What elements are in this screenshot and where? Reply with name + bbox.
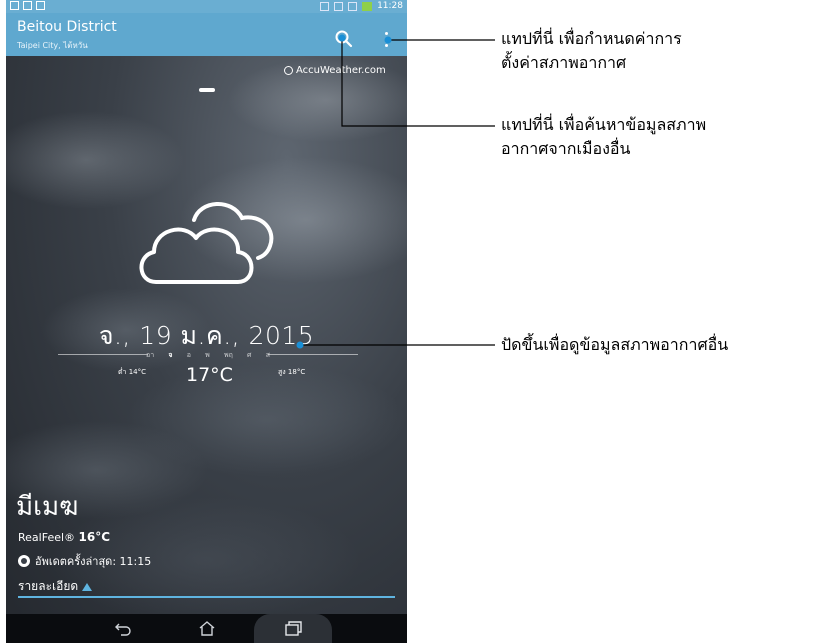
callout-lines	[296, 34, 495, 349]
callout-search-line2: อากาศจากเมืองอื่น	[501, 139, 631, 158]
callout-search: แทปที่นี่ เพื่อค้นหาข้อมูลสภาพ อากาศจากเ…	[501, 113, 706, 161]
callout-settings-line2: ตั้งค่าสภาพอากาศ	[501, 53, 627, 72]
callout-settings-line1: แทปที่นี่ เพื่อกำหนดค่าการ	[501, 29, 682, 48]
callout-swipe-line1: ปัดขึ้นเพื่อดูข้อมูลสภาพอากาศอื่น	[501, 335, 729, 354]
callout-settings: แทปที่นี่ เพื่อกำหนดค่าการ ตั้งค่าสภาพอา…	[501, 27, 682, 75]
callout-swipe: ปัดขึ้นเพื่อดูข้อมูลสภาพอากาศอื่น	[501, 333, 728, 357]
callout-search-line1: แทปที่นี่ เพื่อค้นหาข้อมูลสภาพ	[501, 115, 707, 134]
